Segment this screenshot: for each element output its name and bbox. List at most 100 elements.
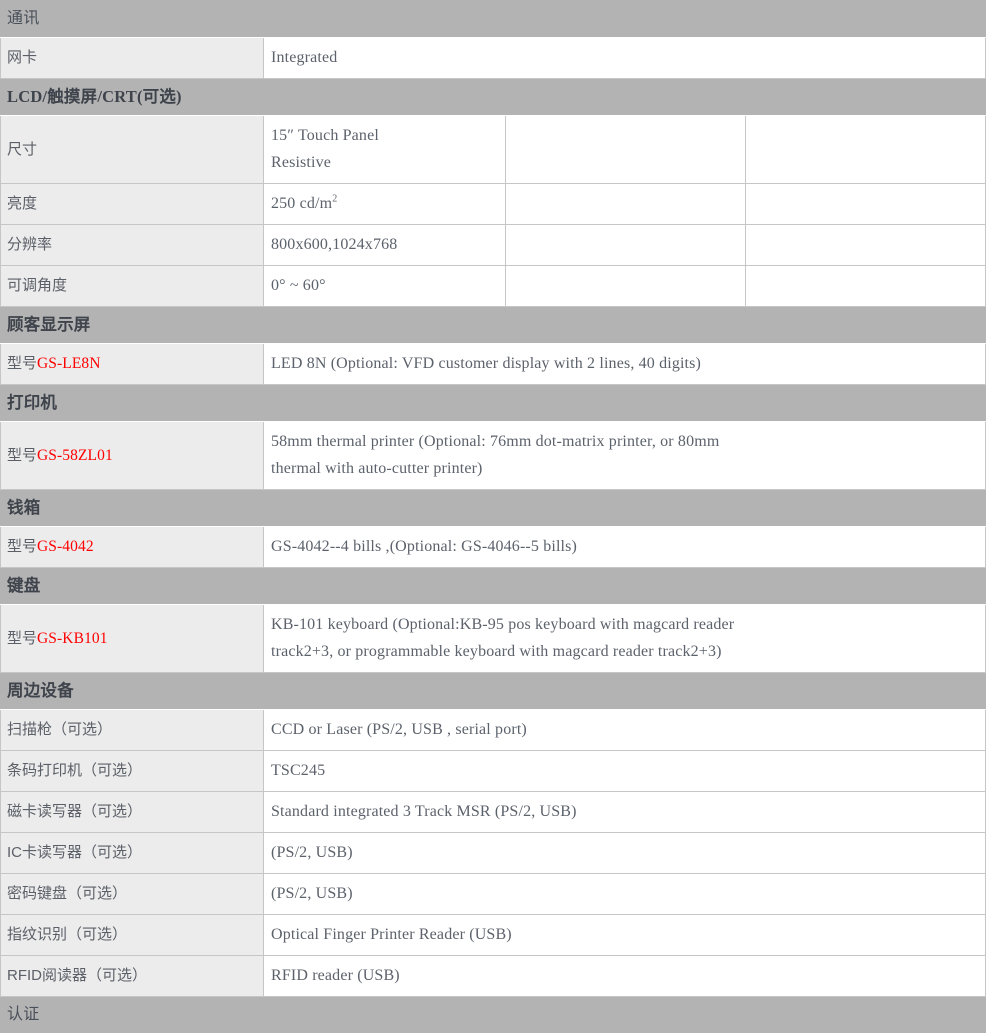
- spec-label-text: 型号: [7, 629, 38, 647]
- spec-label-cell: 磁卡读写器（可选）: [0, 791, 264, 833]
- specifications-table-body: 通讯网卡 Integrated LCD/触摸屏/CRT(可选) 尺寸 15″ Touch…: [0, 0, 987, 1034]
- spec-value-text: 0° ~ 60°: [271, 272, 501, 299]
- spec-value-cell: RFID reader (USB): [262, 955, 987, 997]
- spec-value-cell: Standard integrated 3 Track MSR (PS/2, U…: [262, 791, 987, 833]
- spec-empty-cell: [505, 115, 746, 184]
- spec-label-text: 网卡: [7, 49, 38, 66]
- spec-value-text: CCD or Laser (PS/2, USB , serial port): [271, 716, 981, 743]
- spec-value-line: 0° ~ 60°: [271, 277, 326, 294]
- spec-label-text: 磁卡读写器（可选）: [7, 803, 143, 820]
- spec-label-cell: 型号GS-4042: [0, 526, 264, 568]
- table-row: 亮度 250 cd/m2: [0, 183, 987, 225]
- spec-value-line: CCD or Laser (PS/2, USB , serial port): [271, 721, 527, 738]
- section-header-title: 打印机: [7, 392, 58, 412]
- section-header-title: 认证: [7, 1005, 40, 1023]
- spec-label-cell: 分辨率: [0, 224, 264, 266]
- spec-empty-cell: [505, 224, 746, 266]
- spec-value-text: (PS/2, USB): [271, 839, 981, 866]
- spec-label-cell: 指纹识别（可选）: [0, 914, 264, 956]
- section-header-cell: 周边设备: [0, 672, 987, 710]
- spec-label-cell: IC卡读写器（可选）: [0, 832, 264, 874]
- spec-empty-cell: [744, 265, 987, 307]
- spec-label-cell: 密码键盘（可选）: [0, 873, 264, 915]
- spec-value-text: 250 cd/m2: [271, 190, 501, 217]
- model-number: GS-LE8N: [37, 355, 101, 372]
- spec-value-text: 58mm thermal printer (Optional: 76mm dot…: [271, 428, 981, 482]
- spec-value-line: 800x600,1024x768: [271, 236, 398, 253]
- spec-label-text: RFID阅读器（可选）: [7, 967, 147, 984]
- spec-empty-cell: [744, 183, 987, 225]
- section-header-row: 打印机: [0, 384, 987, 422]
- spec-value-text: Integrated: [271, 44, 981, 71]
- spec-label-cell: 型号GS-58ZL01: [0, 421, 264, 490]
- table-row: 型号GS-KB101 KB-101 keyboard (Optional:KB-9…: [0, 604, 987, 673]
- table-row: 型号GS-4042 GS-4042--4 bills ,(Optional: GS…: [0, 526, 987, 568]
- section-header-cell: 顾客显示屏: [0, 306, 987, 344]
- section-header-row: 通讯: [0, 0, 987, 38]
- spec-value-cell: KB-101 keyboard (Optional:KB-95 pos keyb…: [262, 604, 987, 673]
- specifications-table: 通讯网卡 Integrated LCD/触摸屏/CRT(可选) 尺寸 15″ Touch…: [0, 0, 987, 1034]
- table-row: 型号GS-58ZL01 58mm thermal printer (Optiona…: [0, 421, 987, 490]
- spec-empty-cell: [744, 224, 987, 266]
- table-row: RFID阅读器（可选） RFID reader (USB): [0, 955, 987, 997]
- table-row: 密码键盘（可选） (PS/2, USB): [0, 873, 987, 915]
- section-header-cell: 认证: [0, 996, 987, 1034]
- model-number: GS-4042: [37, 538, 94, 555]
- spec-value-text: Standard integrated 3 Track MSR (PS/2, U…: [271, 798, 981, 825]
- section-header-title: 顾客显示屏: [7, 314, 91, 334]
- spec-value-line: Integrated: [271, 49, 338, 66]
- table-row: 网卡 Integrated: [0, 37, 987, 79]
- spec-value-line: KB-101 keyboard (Optional:KB-95 pos keyb…: [271, 616, 735, 633]
- spec-value-cell: 15″ Touch Panel Resistive: [263, 115, 506, 184]
- spec-value-cell: 0° ~ 60°: [263, 265, 506, 307]
- spec-label-text: IC卡读写器（可选）: [7, 844, 143, 861]
- spec-label-cell: RFID阅读器（可选）: [0, 955, 264, 997]
- spec-value-cell: 250 cd/m2: [263, 183, 506, 225]
- section-header-title: 键盘: [7, 575, 41, 595]
- spec-label-text: 指纹识别（可选）: [7, 926, 128, 943]
- table-row: 型号GS-LE8N LED 8N (Optional: VFD customer …: [0, 343, 987, 385]
- spec-value-text: GS-4042--4 bills ,(Optional: GS-4046--5 …: [271, 533, 981, 560]
- spec-label-text: 型号: [7, 538, 38, 555]
- spec-empty-cell: [505, 265, 746, 307]
- spec-label-cell: 尺寸: [0, 115, 264, 184]
- spec-value-text: (PS/2, USB): [271, 880, 981, 907]
- spec-value-line: Resistive: [271, 154, 332, 171]
- section-header-cell: 通讯: [0, 0, 987, 38]
- spec-value-text: LED 8N (Optional: VFD customer display w…: [271, 350, 981, 377]
- spec-label-cell: 可调角度: [0, 265, 264, 307]
- spec-label-text: 密码键盘（可选）: [7, 885, 128, 902]
- spec-value-text: 15″ Touch Panel Resistive: [271, 122, 501, 176]
- spec-value-cell: TSC245: [262, 750, 987, 792]
- spec-value-line: 58mm thermal printer (Optional: 76mm dot…: [271, 433, 720, 450]
- spec-label-text: 条码打印机（可选）: [7, 762, 143, 779]
- section-header-row: 钱箱: [0, 489, 987, 527]
- spec-label-cell: 亮度: [0, 183, 264, 225]
- spec-value-cell: (PS/2, USB): [262, 873, 987, 915]
- model-number: GS-KB101: [37, 629, 108, 647]
- table-row: 尺寸 15″ Touch Panel Resistive: [0, 115, 987, 184]
- spec-label-cell: 扫描枪（可选）: [0, 709, 264, 751]
- spec-label-cell: 网卡: [0, 37, 264, 79]
- spec-label-text: 尺寸: [7, 140, 38, 158]
- section-header-cell: 键盘: [0, 567, 987, 605]
- spec-value-cell: 58mm thermal printer (Optional: 76mm dot…: [262, 421, 987, 490]
- section-header-title: 周边设备: [7, 680, 74, 700]
- spec-value-line: GS-4042--4 bills ,(Optional: GS-4046--5 …: [271, 538, 577, 555]
- spec-value-line: TSC245: [271, 762, 326, 779]
- spec-empty-cell: [505, 183, 746, 225]
- spec-empty-cell: [744, 115, 987, 184]
- spec-label-text: 型号: [7, 355, 38, 372]
- spec-value-line: (PS/2, USB): [271, 885, 353, 902]
- table-row: 指纹识别（可选） Optical Finger Printer Reader (U…: [0, 914, 987, 956]
- spec-value-line: (PS/2, USB): [271, 844, 353, 861]
- spec-value-cell: 800x600,1024x768: [263, 224, 506, 266]
- spec-value-line: LED 8N (Optional: VFD customer display w…: [271, 355, 702, 372]
- spec-value-cell: Optical Finger Printer Reader (USB): [262, 914, 987, 956]
- spec-label-text: 分辨率: [7, 236, 53, 253]
- section-header-row: 顾客显示屏: [0, 306, 987, 344]
- table-row: 扫描枪（可选） CCD or Laser (PS/2, USB , serial …: [0, 709, 987, 751]
- section-header-title: LCD/触摸屏/CRT(可选): [7, 86, 182, 106]
- spec-label-text: 可调角度: [7, 277, 68, 294]
- table-row: 分辨率 800x600,1024x768: [0, 224, 987, 266]
